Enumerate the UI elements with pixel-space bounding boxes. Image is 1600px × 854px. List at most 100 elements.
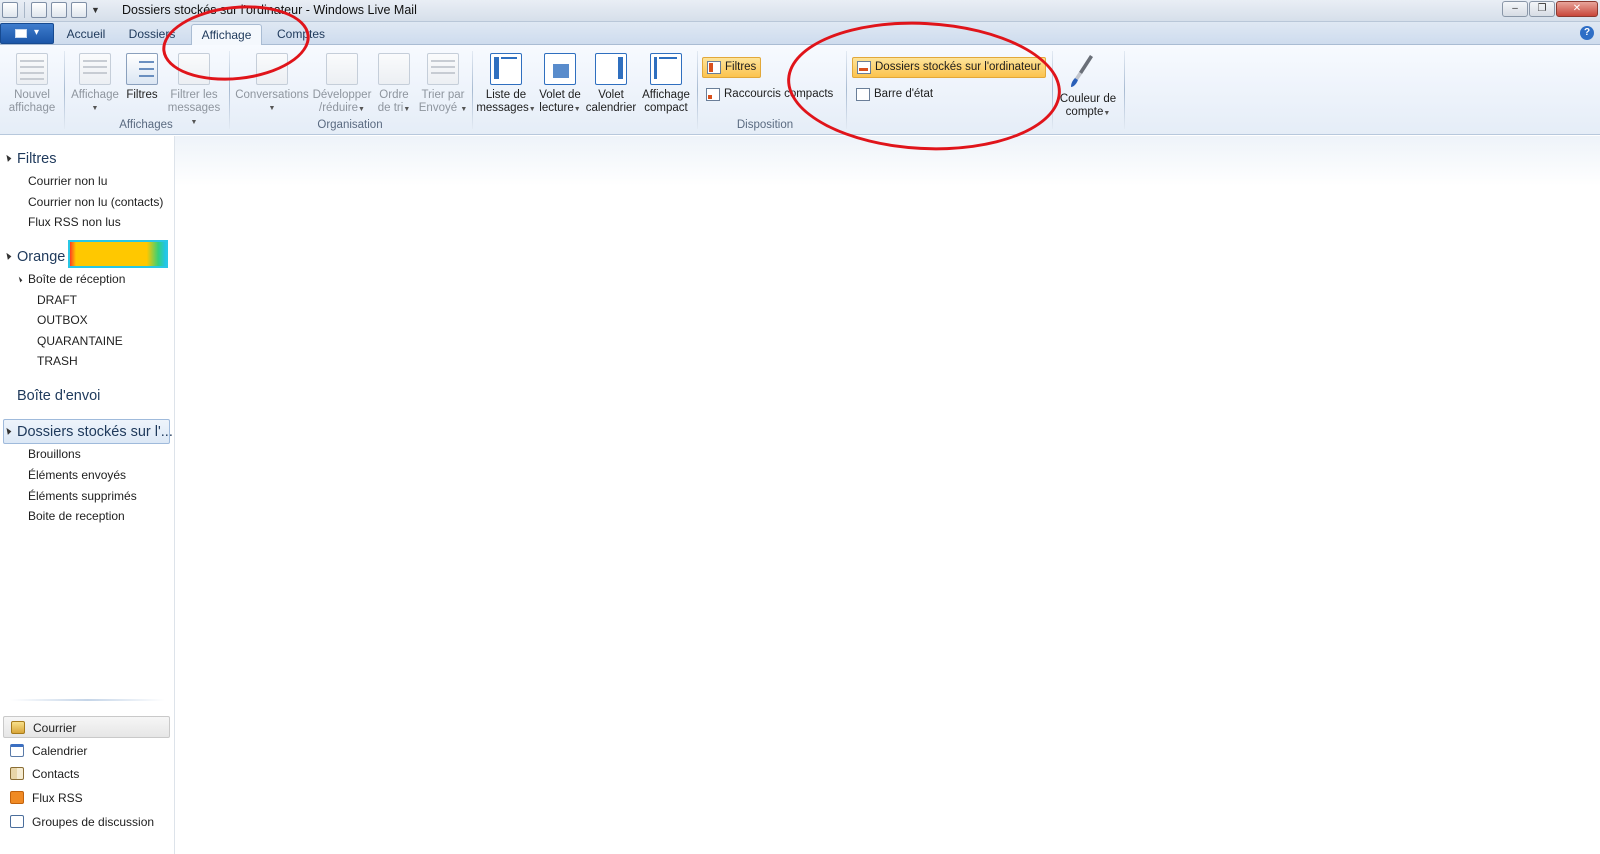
- module-rss-label: Flux RSS: [32, 791, 83, 805]
- module-newsgroups-label: Groupes de discussion: [32, 815, 155, 829]
- module-newsgroups[interactable]: Groupes de discussion: [3, 811, 170, 833]
- sort-by-button[interactable]: Trier par Envoyé ▼: [416, 53, 470, 116]
- new-message-icon[interactable]: [31, 2, 47, 18]
- tab-comptes[interactable]: Comptes: [270, 24, 332, 45]
- ribbon-tabs: ▾ Accueil Dossiers Affichage Comptes ?: [0, 22, 1600, 46]
- expand-label-1: Développer: [312, 89, 372, 101]
- chevron-down-icon: ▼: [91, 105, 99, 112]
- folder-item[interactable]: Brouillons: [28, 446, 81, 462]
- sort-by-icon: [427, 53, 459, 85]
- quick-access-toolbar: ▼: [2, 2, 100, 18]
- calendar-icon: [10, 744, 24, 757]
- paintbrush-icon: [1071, 55, 1093, 87]
- sort-order-label-1: Ordre: [379, 89, 409, 101]
- storage-folders-header-label: Dossiers stockés sur l'...: [17, 424, 173, 440]
- filters-section-header[interactable]: Filtres: [0, 150, 56, 168]
- chevron-down-icon: ▼: [460, 106, 468, 113]
- outbox-header[interactable]: Boîte d'envoi: [0, 387, 100, 405]
- sort-order-button[interactable]: Ordre de tri▼: [374, 53, 414, 116]
- compact-view-icon: [650, 53, 682, 85]
- chevron-down-icon: ▼: [403, 106, 411, 113]
- collapse-triangle-icon[interactable]: [3, 154, 12, 162]
- collapse-triangle-icon[interactable]: [3, 427, 12, 435]
- filter-messages-button[interactable]: Filtrer les messages ▼: [163, 53, 225, 129]
- restore-button[interactable]: ❐: [1529, 1, 1555, 17]
- filters-button[interactable]: Filtres: [124, 53, 160, 102]
- separator: [697, 51, 698, 129]
- newsgroups-icon: [10, 815, 24, 828]
- close-button[interactable]: ✕: [1556, 1, 1598, 17]
- folder-item[interactable]: Courrier non lu: [28, 173, 107, 189]
- view-dropdown-button[interactable]: Affichage ▼: [68, 53, 122, 115]
- module-calendar[interactable]: Calendrier: [3, 740, 170, 762]
- minimize-button[interactable]: –: [1502, 1, 1528, 17]
- expand-collapse-button[interactable]: Développer /réduire▼: [310, 53, 374, 116]
- module-calendar-label: Calendrier: [32, 744, 88, 758]
- collapse-triangle-icon[interactable]: [3, 252, 12, 260]
- storage-folders-toggle-button[interactable]: Dossiers stockés sur l'ordinateur: [852, 57, 1046, 78]
- filter-messages-label-1: Filtrer les: [170, 89, 218, 101]
- status-bar-toggle-button[interactable]: Barre d'état: [852, 85, 937, 106]
- app-menu-icon: [15, 29, 27, 38]
- reading-pane-label-2: lecture: [539, 102, 574, 114]
- compact-shortcuts-button[interactable]: Raccourcis compacts: [702, 85, 837, 106]
- calendar-pane-icon: [595, 53, 627, 85]
- module-rss[interactable]: Flux RSS: [3, 787, 170, 809]
- calendar-pane-button[interactable]: Volet calendrier: [584, 53, 638, 115]
- sort-arrows-icon: [378, 53, 410, 85]
- folder-item[interactable]: Éléments supprimés: [28, 488, 137, 504]
- message-list-button[interactable]: Liste de messages▼: [476, 53, 536, 116]
- customize-dropdown-icon[interactable]: ▼: [91, 5, 100, 15]
- message-list-label-1: Liste de: [485, 89, 527, 101]
- module-mail[interactable]: Courrier: [3, 716, 170, 738]
- folder-item[interactable]: Courrier non lu (contacts): [28, 194, 163, 210]
- calendar-pane-label-2: calendrier: [585, 102, 637, 114]
- account-color-button[interactable]: Couleur de compte▼: [1056, 93, 1120, 120]
- chevron-down-icon: ▼: [358, 106, 365, 113]
- status-bar-label: Barre d'état: [874, 88, 934, 100]
- filters-section-label: Filtres: [17, 151, 57, 167]
- module-contacts-label: Contacts: [32, 767, 80, 781]
- module-mail-label: Courrier: [33, 721, 77, 735]
- app-menu-button[interactable]: ▾: [0, 23, 54, 44]
- reply-icon[interactable]: [51, 2, 67, 18]
- group-label-organisation: Organisation: [317, 119, 383, 131]
- compact-view-label-1: Affichage: [642, 89, 690, 101]
- filters-toggle-button[interactable]: Filtres: [702, 57, 762, 78]
- tab-dossiers[interactable]: Dossiers: [124, 24, 180, 45]
- sort-by-label-2: Envoyé: [418, 102, 458, 114]
- tab-accueil[interactable]: Accueil: [60, 24, 112, 45]
- folder-item[interactable]: Éléments envoyés: [28, 467, 126, 483]
- mail-icon: [11, 721, 25, 734]
- folder-item[interactable]: Flux RSS non lus: [28, 214, 121, 230]
- folder-item[interactable]: DRAFT: [37, 292, 77, 308]
- folder-item[interactable]: QUARANTAINE: [37, 333, 123, 349]
- folder-item[interactable]: Boite de reception: [28, 508, 125, 524]
- reading-pane-button[interactable]: Volet de lecture▼: [536, 53, 584, 116]
- orange-account-header[interactable]: Orange: [0, 248, 65, 266]
- inbox-folder[interactable]: Boîte de réception: [28, 271, 125, 287]
- account-color-label-1: Couleur de: [1059, 93, 1117, 105]
- separator: [1124, 51, 1125, 129]
- mail-app-icon[interactable]: [2, 2, 18, 18]
- separator: [229, 51, 230, 129]
- folder-item[interactable]: OUTBOX: [37, 312, 88, 328]
- module-contacts[interactable]: Contacts: [3, 763, 170, 785]
- message-list-icon: [490, 53, 522, 85]
- compact-view-button[interactable]: Affichage compact: [638, 53, 694, 115]
- conversations-button[interactable]: Conversations ▼: [234, 53, 310, 115]
- new-view-button[interactable]: Nouvel affichage: [4, 53, 60, 115]
- separator: [472, 51, 473, 129]
- storage-folders-header[interactable]: Dossiers stockés sur l'...: [0, 423, 173, 441]
- calendar-pane-label-1: Volet: [598, 89, 624, 101]
- contacts-book-icon: [10, 767, 24, 780]
- tab-affichage[interactable]: Affichage: [191, 24, 262, 46]
- view-icon: [79, 53, 111, 85]
- group-label-disposition: Disposition: [736, 119, 794, 131]
- print-icon[interactable]: [71, 2, 87, 18]
- help-icon[interactable]: ?: [1580, 26, 1594, 40]
- folder-item[interactable]: TRASH: [37, 353, 78, 369]
- conversations-icon: [256, 53, 288, 85]
- storage-folders-icon: [857, 61, 871, 74]
- reading-pane-icon: [544, 53, 576, 85]
